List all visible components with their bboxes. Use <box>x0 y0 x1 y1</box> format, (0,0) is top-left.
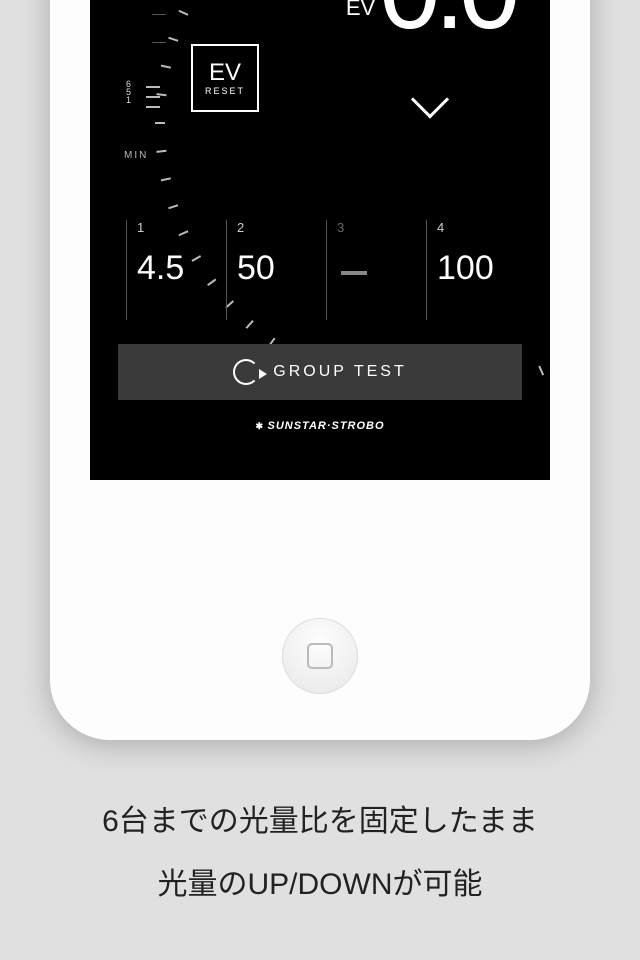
ev-reset-button[interactable]: EV RESET <box>191 44 259 112</box>
brand-label: SUNSTAR·STROBO <box>90 420 550 432</box>
channel-4[interactable]: 4 100 <box>426 220 526 320</box>
controls-column: MODELING SOUND SLAVE EV RESET <box>175 0 275 112</box>
app-screen: MAX 4 2 651 MIN M <box>90 0 550 480</box>
ev-unit: EV <box>346 0 375 18</box>
channel-2[interactable]: 2 50 <box>226 220 326 320</box>
home-icon <box>307 643 333 669</box>
ev-dial[interactable]: ± EV 0.0 <box>285 0 550 150</box>
caption-line-1: 6台までの光量比を固定したまま <box>0 790 640 853</box>
channel-value: 100 <box>437 249 518 288</box>
ev-down-button[interactable] <box>417 80 444 122</box>
channel-value: 50 <box>237 249 318 288</box>
channel-3[interactable]: 3 <box>326 220 426 320</box>
power-scale: MAX 4 2 651 MIN <box>102 0 162 180</box>
channel-value: 4.5 <box>137 249 218 288</box>
channel-num: 1 <box>137 220 218 235</box>
home-button[interactable] <box>282 618 358 694</box>
scale-min-label: MIN <box>124 150 148 161</box>
ev-reset-title: EV <box>209 61 241 85</box>
phone-frame: MAX 4 2 651 MIN M <box>50 0 590 740</box>
channel-num: 4 <box>437 220 518 235</box>
channel-1[interactable]: 1 4.5 <box>126 220 226 320</box>
channel-empty-icon <box>341 271 367 275</box>
ev-reset-subtitle: RESET <box>205 87 245 96</box>
channel-num: 2 <box>237 220 318 235</box>
caption-text: 6台までの光量比を固定したまま 光量のUP/DOWNが可能 <box>0 790 640 916</box>
ev-value-display: ± EV 0.0 <box>285 0 550 150</box>
group-test-button[interactable]: GROUP TEST <box>118 344 522 400</box>
channel-num: 3 <box>337 220 418 235</box>
caption-line-2: 光量のUP/DOWNが可能 <box>0 853 640 916</box>
refresh-icon <box>233 359 259 385</box>
channels-row: 1 4.5 2 50 3 4 100 <box>126 220 526 320</box>
ev-value: 0.0 <box>379 0 514 54</box>
group-test-label: GROUP TEST <box>273 363 406 381</box>
